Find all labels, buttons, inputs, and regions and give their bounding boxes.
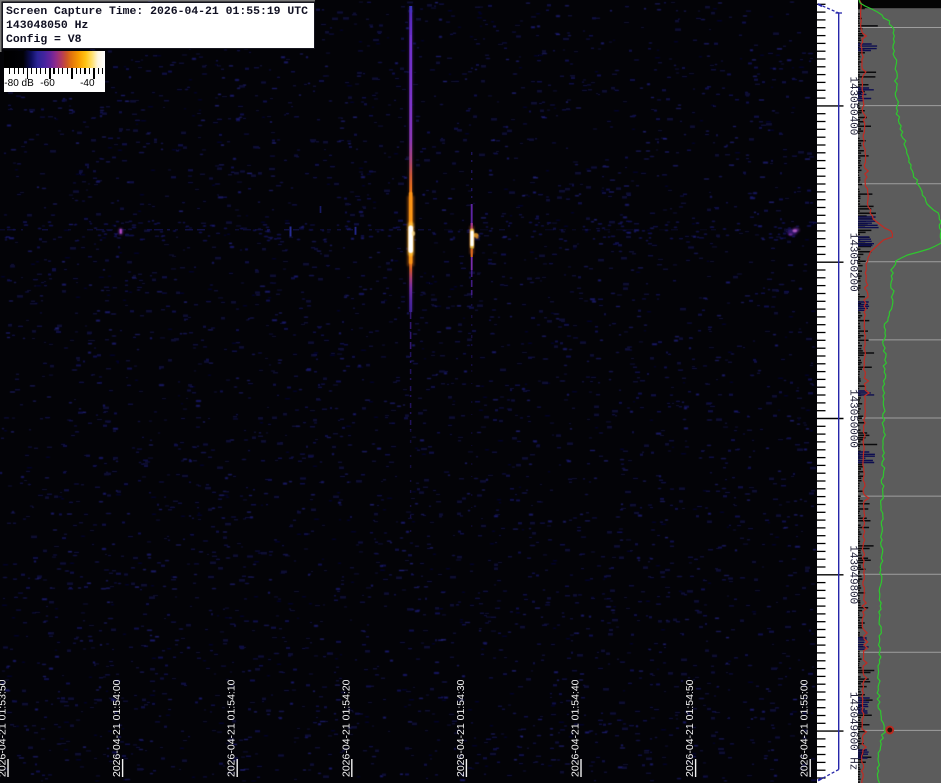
svg-text:2026-04-21 01:54:40: 2026-04-21 01:54:40 bbox=[570, 679, 582, 777]
svg-text:143050400: 143050400 bbox=[846, 76, 858, 135]
svg-text:143049600 Hz: 143049600 Hz bbox=[846, 692, 858, 770]
svg-text:2026-04-21 01:54:30: 2026-04-21 01:54:30 bbox=[455, 679, 467, 777]
svg-text:2026-04-21 01:54:50: 2026-04-21 01:54:50 bbox=[684, 679, 696, 777]
svg-text:2026-04-21 01:54:20: 2026-04-21 01:54:20 bbox=[340, 679, 352, 777]
svg-text:2026-04-21 01:53:50: 2026-04-21 01:53:50 bbox=[0, 679, 9, 777]
svg-text:143050200: 143050200 bbox=[846, 233, 858, 292]
svg-text:2026-04-21 01:54:10: 2026-04-21 01:54:10 bbox=[226, 679, 238, 777]
svg-text:2026-04-21 01:54:00: 2026-04-21 01:54:00 bbox=[111, 679, 123, 777]
svg-text:143050000: 143050000 bbox=[846, 389, 858, 448]
svg-text:2026-04-21 01:55:00: 2026-04-21 01:55:00 bbox=[799, 679, 811, 777]
svg-text:143049800: 143049800 bbox=[846, 545, 858, 604]
